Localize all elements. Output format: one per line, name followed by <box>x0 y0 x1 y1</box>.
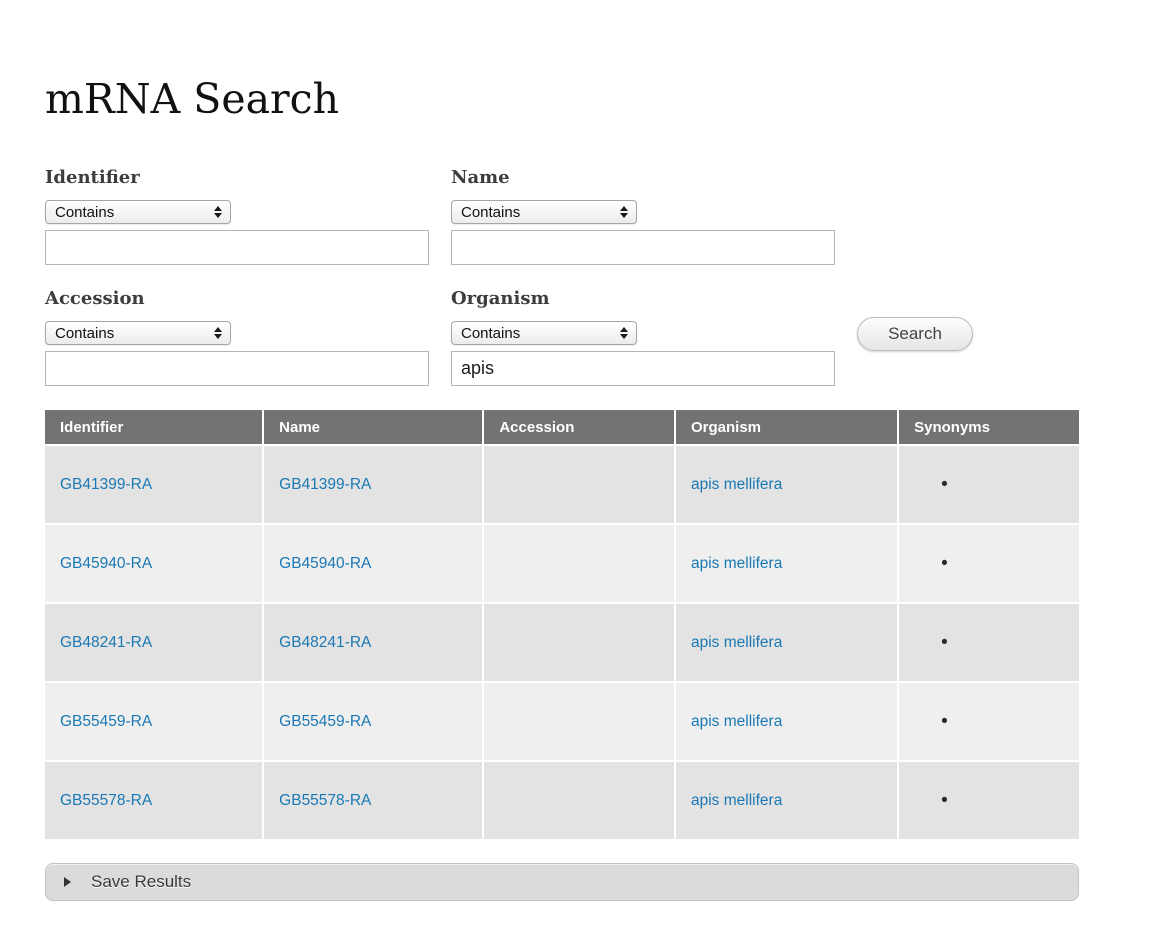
organism-cell: apis mellifera <box>676 446 897 523</box>
identifier-link[interactable]: GB55459-RA <box>60 713 152 730</box>
results-header-row: Identifier Name Accession Organism Synon… <box>45 410 1079 444</box>
column-header-accession: Accession <box>484 410 674 444</box>
name-cell: GB48241-RA <box>264 604 482 681</box>
organism-cell: apis mellifera <box>676 683 897 760</box>
accession-cell <box>484 525 674 602</box>
search-button[interactable]: Search <box>857 317 973 351</box>
name-label: Name <box>451 167 835 188</box>
identifier-link[interactable]: GB45940-RA <box>60 555 152 572</box>
organism-cell: apis mellifera <box>676 762 897 839</box>
table-row: GB55578-RA GB55578-RA apis mellifera • <box>45 762 1079 839</box>
synonym-bullet: • <box>914 475 948 494</box>
organism-link[interactable]: apis mellifera <box>691 634 782 651</box>
form-spacer <box>857 167 1079 265</box>
accession-operator-select-wrap: Contains <box>45 321 231 345</box>
name-link[interactable]: GB45940-RA <box>279 555 371 572</box>
identifier-cell: GB55459-RA <box>45 683 262 760</box>
name-link[interactable]: GB55459-RA <box>279 713 371 730</box>
name-link[interactable]: GB41399-RA <box>279 476 371 493</box>
identifier-link[interactable]: GB55578-RA <box>60 792 152 809</box>
page-title: mRNA Search <box>45 75 1156 123</box>
name-link[interactable]: GB55578-RA <box>279 792 371 809</box>
column-header-identifier: Identifier <box>45 410 262 444</box>
table-row: GB41399-RA GB41399-RA apis mellifera • <box>45 446 1079 523</box>
organism-cell: apis mellifera <box>676 525 897 602</box>
name-cell: GB45940-RA <box>264 525 482 602</box>
synonym-bullet: • <box>914 633 948 652</box>
synonyms-cell: • <box>899 525 1079 602</box>
synonyms-cell: • <box>899 446 1079 523</box>
identifier-link[interactable]: GB41399-RA <box>60 476 152 493</box>
synonyms-cell: • <box>899 683 1079 760</box>
identifier-label: Identifier <box>45 167 429 188</box>
search-form: Identifier Contains Name Contains Access… <box>45 167 1079 386</box>
table-row: GB45940-RA GB45940-RA apis mellifera • <box>45 525 1079 602</box>
name-cell: GB55459-RA <box>264 683 482 760</box>
identifier-operator-select[interactable]: Contains <box>45 200 231 224</box>
organism-link[interactable]: apis mellifera <box>691 792 782 809</box>
field-accession: Accession Contains <box>45 288 429 386</box>
name-cell: GB55578-RA <box>264 762 482 839</box>
organism-link[interactable]: apis mellifera <box>691 555 782 572</box>
table-row: GB55459-RA GB55459-RA apis mellifera • <box>45 683 1079 760</box>
mrna-search-page: mRNA Search Identifier Contains Name Con… <box>0 0 1156 941</box>
name-input[interactable] <box>451 230 835 265</box>
column-header-name: Name <box>264 410 482 444</box>
name-link[interactable]: GB48241-RA <box>279 634 371 651</box>
accession-operator-select[interactable]: Contains <box>45 321 231 345</box>
synonyms-cell: • <box>899 762 1079 839</box>
organism-operator-select[interactable]: Contains <box>451 321 637 345</box>
accession-label: Accession <box>45 288 429 309</box>
accession-input[interactable] <box>45 351 429 386</box>
synonyms-cell: • <box>899 604 1079 681</box>
identifier-operator-select-wrap: Contains <box>45 200 231 224</box>
identifier-cell: GB55578-RA <box>45 762 262 839</box>
column-header-organism: Organism <box>676 410 897 444</box>
organism-link[interactable]: apis mellifera <box>691 476 782 493</box>
save-results-label: Save Results <box>91 872 191 892</box>
name-operator-select[interactable]: Contains <box>451 200 637 224</box>
accession-cell <box>484 683 674 760</box>
field-identifier: Identifier Contains <box>45 167 429 265</box>
column-header-synonyms: Synonyms <box>899 410 1079 444</box>
field-organism: Organism Contains <box>451 288 835 386</box>
synonym-bullet: • <box>914 791 948 810</box>
accession-cell <box>484 762 674 839</box>
results-table: Identifier Name Accession Organism Synon… <box>43 408 1081 841</box>
disclosure-triangle-icon <box>64 877 71 887</box>
organism-label: Organism <box>451 288 835 309</box>
save-results-toggle[interactable]: Save Results <box>45 863 1079 901</box>
identifier-cell: GB45940-RA <box>45 525 262 602</box>
accession-cell <box>484 446 674 523</box>
identifier-cell: GB41399-RA <box>45 446 262 523</box>
name-operator-select-wrap: Contains <box>451 200 637 224</box>
organism-operator-select-wrap: Contains <box>451 321 637 345</box>
organism-input[interactable] <box>451 351 835 386</box>
table-row: GB48241-RA GB48241-RA apis mellifera • <box>45 604 1079 681</box>
name-cell: GB41399-RA <box>264 446 482 523</box>
synonym-bullet: • <box>914 712 948 731</box>
field-name: Name Contains <box>451 167 835 265</box>
identifier-cell: GB48241-RA <box>45 604 262 681</box>
identifier-link[interactable]: GB48241-RA <box>60 634 152 651</box>
identifier-input[interactable] <box>45 230 429 265</box>
synonym-bullet: • <box>914 554 948 573</box>
accession-cell <box>484 604 674 681</box>
search-button-cell: Search <box>857 288 1079 386</box>
organism-cell: apis mellifera <box>676 604 897 681</box>
organism-link[interactable]: apis mellifera <box>691 713 782 730</box>
